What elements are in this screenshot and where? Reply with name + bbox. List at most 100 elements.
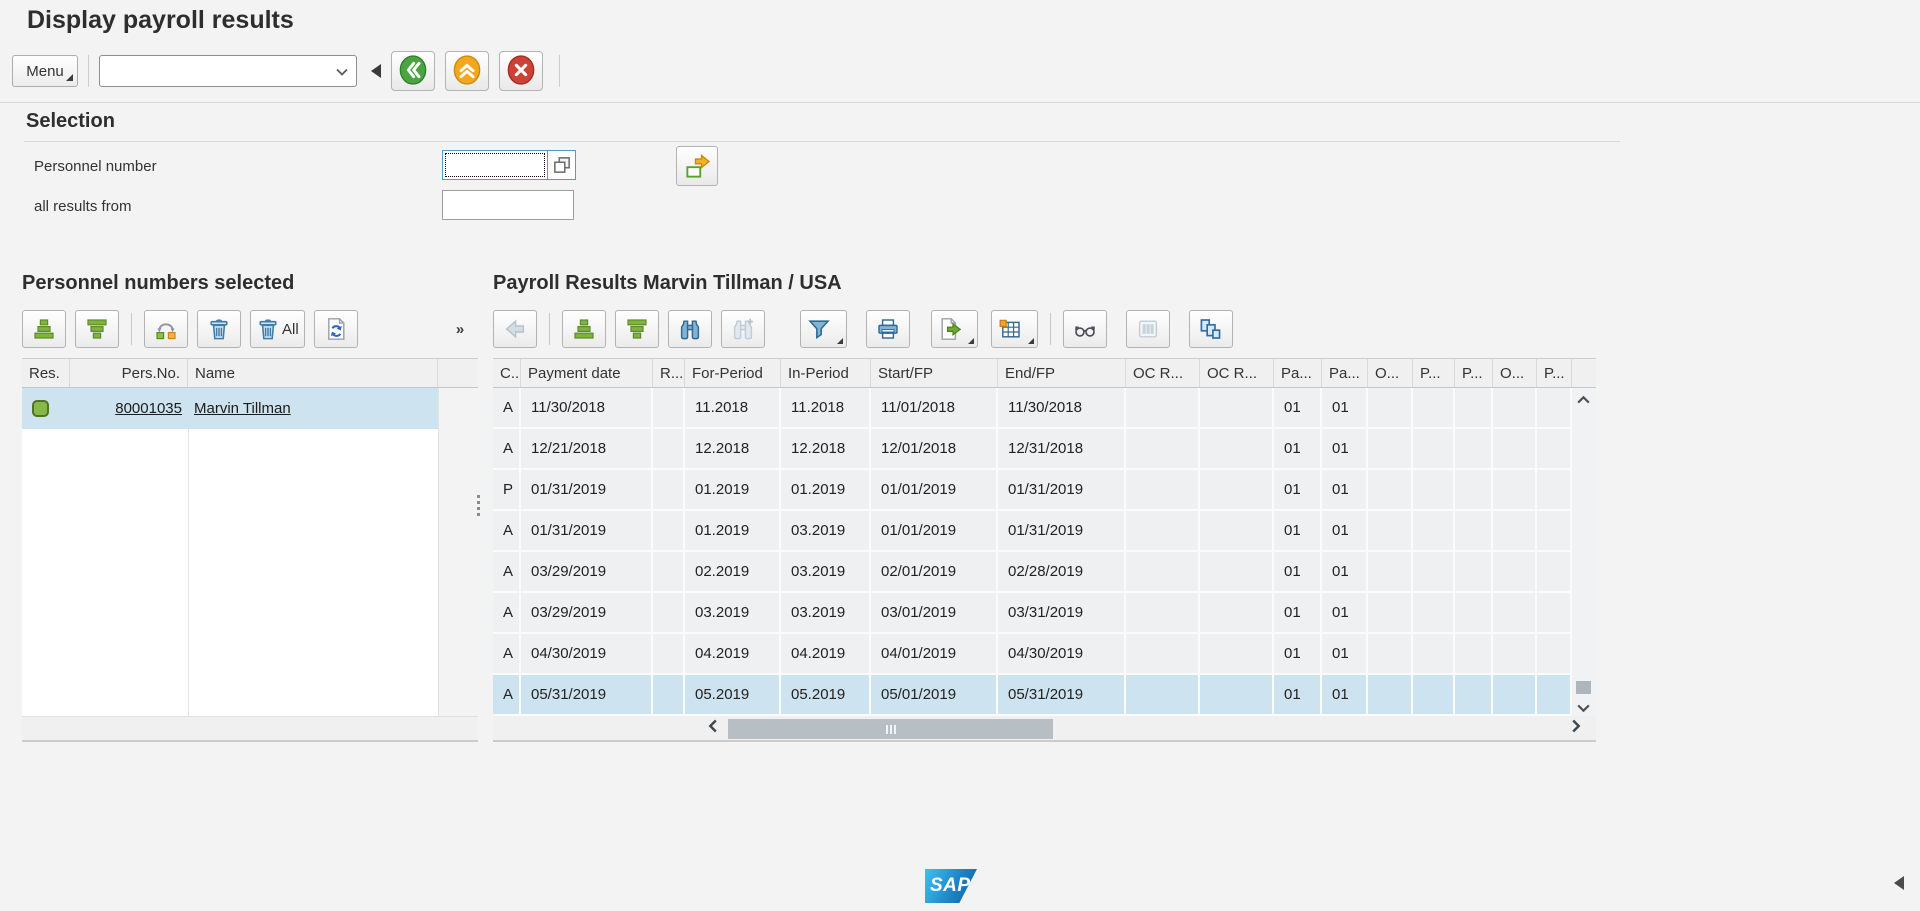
chevron-right-icon [1571,718,1582,734]
more-buttons-button[interactable]: » [446,310,472,348]
table-row[interactable]: A12/21/201812.201812.201812/01/201812/31… [493,429,1572,470]
panel-splitter-handle[interactable] [477,495,480,516]
column-settings-button[interactable] [1126,310,1170,348]
employee-name-link[interactable]: Marvin Tillman [194,400,291,417]
column-header[interactable]: R... [653,359,685,387]
toolbar-separator [559,55,560,87]
collapse-toolbar-icon[interactable] [371,64,381,78]
sort-ascending-button[interactable] [562,310,606,348]
table-cell: 03.2019 [781,511,871,552]
table-cell [1368,593,1413,634]
views-button[interactable] [1189,310,1233,348]
exit-circle-icon [450,54,484,89]
back-button[interactable] [493,310,537,348]
filter-button[interactable] [800,310,847,348]
choose-layout-button[interactable] [991,310,1038,348]
table-cell: 01.2019 [685,511,781,552]
value-help-button[interactable] [548,150,576,180]
column-header[interactable]: Pa... [1322,359,1368,387]
table-row[interactable]: A03/29/201903.201903.201903/01/201903/31… [493,593,1572,634]
column-header[interactable]: Res. [22,359,70,387]
payroll-table: C...Payment dateR...For-PeriodIn-PeriodS… [493,358,1596,716]
table-cell [1126,470,1200,511]
table-cell [1537,429,1572,470]
sort-descending-button[interactable] [75,310,119,348]
table-cell: 05.2019 [685,675,781,716]
delete-button[interactable] [197,310,241,348]
column-header[interactable]: In-Period [781,359,871,387]
export-button[interactable] [931,310,978,348]
table-cell: 02.2019 [685,552,781,593]
column-header[interactable]: O... [1493,359,1537,387]
scroll-down-button[interactable] [1576,701,1591,716]
swap-selection-button[interactable] [144,310,188,348]
exit-button[interactable] [445,51,489,91]
personnel-number-link[interactable]: 80001035 [115,400,182,417]
table-cell: 04.2019 [781,634,871,675]
table-cell: 01 [1274,429,1322,470]
table-cell: 12/01/2018 [871,429,998,470]
export-icon [937,317,963,341]
table-cell: 01 [1322,388,1368,429]
nav-buttons [381,51,543,91]
find-next-button[interactable] [721,310,765,348]
printer-icon [875,317,901,341]
table-cell [1413,470,1455,511]
delete-all-button[interactable]: All [250,310,305,348]
table-cell: 01 [1322,675,1368,716]
menu-button[interactable]: Menu [12,55,78,87]
column-header[interactable]: OC R... [1200,359,1274,387]
vertical-scroll-thumb[interactable] [1576,681,1591,694]
column-header[interactable]: End/FP [998,359,1126,387]
refresh-button[interactable] [314,310,358,348]
display-button[interactable] [1063,310,1107,348]
column-header[interactable]: OC R... [1126,359,1200,387]
command-field[interactable] [99,55,357,87]
table-row[interactable]: A04/30/201904.201904.201904/01/201904/30… [493,634,1572,675]
back-button[interactable] [391,51,435,91]
table-row[interactable]: A05/31/201905.201905.201905/01/201905/31… [493,675,1572,716]
personnel-panel: Personnel numbers selected All» Res.Pers… [22,272,478,742]
column-header[interactable]: Start/FP [871,359,998,387]
column-header[interactable]: P... [1455,359,1493,387]
table-cell [1537,675,1572,716]
column-header[interactable]: Pa... [1274,359,1322,387]
column-header[interactable]: P... [1413,359,1455,387]
table-cell: 01 [1322,511,1368,552]
multiple-selection-button[interactable] [676,146,718,186]
column-header[interactable]: Payment date [521,359,653,387]
cancel-button[interactable] [499,51,543,91]
table-row[interactable]: A03/29/201902.201903.201902/01/201902/28… [493,552,1572,593]
column-header[interactable]: Name [188,359,438,387]
payroll-table-header: C...Payment dateR...For-PeriodIn-PeriodS… [493,358,1596,388]
table-cell: 01/31/2019 [998,470,1126,511]
table-cell [1537,634,1572,675]
sort-ascending-button[interactable] [22,310,66,348]
column-header[interactable]: P... [1537,359,1572,387]
table-row[interactable]: 80001035 Marvin Tillman [22,388,438,429]
table-row[interactable]: A01/31/201901.201903.201901/01/201901/31… [493,511,1572,552]
column-header[interactable]: Pers.No. [70,359,188,387]
horizontal-scroll-thumb[interactable] [728,719,1053,739]
column-header[interactable]: C... [493,359,521,387]
sort-descending-button[interactable] [615,310,659,348]
table-cell: 12/21/2018 [521,429,653,470]
scroll-right-button[interactable] [1571,718,1582,737]
find-button[interactable] [668,310,712,348]
filter-icon [806,317,832,341]
column-header[interactable]: For-Period [685,359,781,387]
table-cell: A [493,675,521,716]
personnel-number-input[interactable] [442,150,548,180]
scroll-left-button[interactable] [707,718,718,737]
dropdown-corner-icon [1028,338,1034,344]
table-cell: 01/31/2019 [521,470,653,511]
expand-side-panel-icon[interactable] [1894,876,1904,890]
table-row[interactable]: A11/30/201811.201811.201811/01/201811/30… [493,388,1572,429]
table-cell [653,634,685,675]
print-button[interactable] [866,310,910,348]
all-results-from-input[interactable] [442,190,574,220]
scroll-up-button[interactable] [1576,393,1591,408]
column-header[interactable]: O... [1368,359,1413,387]
table-row[interactable]: P01/31/201901.201901.201901/01/201901/31… [493,470,1572,511]
personnel-number-cell: 80001035 [70,388,188,429]
